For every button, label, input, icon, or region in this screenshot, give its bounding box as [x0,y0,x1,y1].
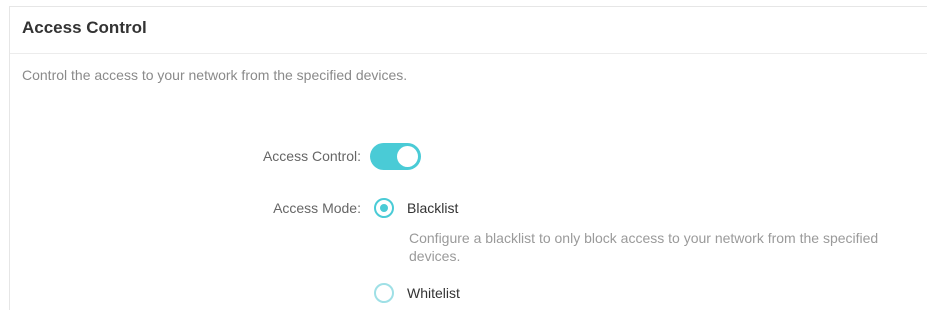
access-control-label: Access Control: [262,148,361,164]
radio-selected-dot [380,204,388,212]
blacklist-option-label[interactable]: Blacklist [407,200,458,216]
access-mode-label: Access Mode: [273,200,361,216]
blacklist-description: Configure a blacklist to only block acce… [409,230,879,264]
whitelist-option-label[interactable]: Whitelist [407,285,460,301]
access-control-toggle[interactable] [370,143,421,170]
whitelist-radio[interactable] [374,283,394,303]
title-divider [10,53,927,54]
section-title: Access Control [22,18,147,37]
section-description: Control the access to your network from … [22,67,408,83]
toggle-knob [397,146,418,167]
access-control-panel: Access Control Control the access to you… [9,6,927,310]
blacklist-radio[interactable] [374,198,394,218]
